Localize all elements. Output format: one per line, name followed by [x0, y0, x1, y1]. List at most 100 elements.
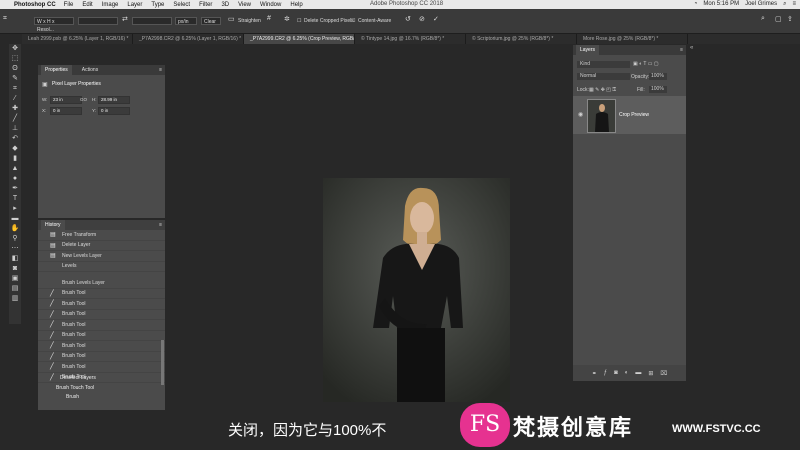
foreground-background-icon[interactable]: ◧ — [9, 254, 21, 264]
menu-help[interactable]: Help — [290, 2, 302, 8]
eraser-tool-icon[interactable]: ◆ — [9, 144, 21, 154]
mask-icon[interactable]: ◙ — [614, 370, 618, 376]
brush-tool-icon[interactable]: ╱ — [9, 114, 21, 124]
frame-icon[interactable]: ▥ — [9, 294, 21, 304]
content-aware-checkbox[interactable]: ☐ — [351, 18, 355, 24]
menu-3d[interactable]: 3D — [221, 2, 229, 8]
link-layers-icon[interactable]: ⚭ — [592, 370, 597, 377]
tab-document[interactable]: _P7A2998.CR2 @ 6.25% (Layer 1, RGB/16) * — [133, 34, 244, 44]
folder-icon[interactable]: ▬ — [635, 370, 641, 376]
move-tool-icon[interactable]: ✥ — [9, 44, 21, 54]
list-icon[interactable]: ≡ — [792, 1, 796, 8]
commit-icon[interactable]: ✓ — [433, 15, 439, 23]
history-brush-tool-icon[interactable]: ↶ — [9, 134, 21, 144]
history-item[interactable]: ╱ Brush Tool — [38, 320, 165, 331]
delete-cropped-checkbox[interactable]: ☐ — [297, 18, 301, 24]
panel-menu-icon[interactable]: ≡ — [159, 67, 162, 73]
menu-select[interactable]: Select — [173, 2, 190, 8]
opacity-field[interactable]: 100% — [649, 73, 667, 80]
filter-icons[interactable]: ▣ ◐ T ▭ ▢ — [633, 61, 659, 67]
adjustment-icon[interactable]: ◐ — [625, 370, 629, 376]
artboard-icon[interactable]: ▤ — [9, 284, 21, 294]
width-field[interactable]: 23 in — [50, 96, 82, 104]
panel-menu-icon[interactable]: ≡ — [680, 47, 683, 53]
quick-mask-icon[interactable]: ◙ — [9, 264, 21, 274]
history-item[interactable]: ╱ Brush Tool — [38, 341, 165, 352]
zoom-tool-icon[interactable]: ⚲ — [9, 234, 21, 244]
layer-name[interactable]: Crop Preview — [619, 112, 649, 118]
fx-icon[interactable]: ƒ — [604, 370, 607, 376]
blend-mode-select[interactable]: Normal — [577, 73, 630, 80]
history-item[interactable]: ╱ Brush Tool — [38, 362, 165, 373]
tab-document[interactable]: © Scriptorium.jpg @ 25% (RGB/8*) * — [466, 34, 577, 44]
tab-document[interactable]: © Tintype 14.jpg @ 16.7% (RGB/8*) * — [355, 34, 466, 44]
history-item[interactable]: ╱ Brush Tool — [38, 299, 165, 310]
clone-stamp-tool-icon[interactable]: ⊥ — [9, 124, 21, 134]
width-field[interactable] — [78, 17, 118, 25]
screen-mode-icon[interactable]: ▣ — [9, 274, 21, 284]
history-item[interactable]: ╱ Brush Tool — [38, 352, 165, 362]
history-item[interactable]: ▤ Delete Layer — [38, 241, 165, 251]
menu-image[interactable]: Image — [102, 2, 119, 8]
gear-icon[interactable]: ✲ — [284, 15, 290, 23]
resolution-unit[interactable]: px/in — [175, 17, 197, 25]
menu-window[interactable]: Window — [260, 2, 281, 8]
collapse-icon[interactable]: « — [690, 45, 698, 55]
app-name[interactable]: Photoshop CC — [14, 2, 56, 8]
tab-document-active[interactable]: _P7A2999.CR2 @ 6.25% (Crop Preview, RGB/… — [244, 34, 355, 44]
history-item[interactable]: ╱ Brush Tool — [38, 310, 165, 320]
history-item[interactable]: ╱ Brush Tool — [38, 289, 165, 299]
history-item[interactable]: ╱ Brush Tool — [38, 331, 165, 341]
crop-tool-icon[interactable]: ⌗ — [9, 84, 21, 94]
lock-icons[interactable]: ▦ ✎ ✥ ◰ ⚿ — [589, 87, 616, 93]
shape-tool-icon[interactable]: ▬ — [9, 214, 21, 224]
tab-history[interactable]: History — [41, 220, 65, 230]
history-item[interactable]: Levels — [38, 262, 165, 272]
trash-icon[interactable]: ⌧ — [660, 370, 667, 377]
type-tool-icon[interactable]: T — [9, 194, 21, 204]
straighten-button[interactable]: Straighten — [238, 18, 261, 24]
blur-tool-icon[interactable]: ▲ — [9, 164, 21, 174]
menu-edit[interactable]: Edit — [82, 2, 92, 8]
filter-kind-select[interactable]: Kind — [577, 61, 630, 68]
ratio-select[interactable]: W x H x Resol... — [34, 17, 74, 33]
menu-view[interactable]: View — [238, 2, 251, 8]
user-name[interactable]: Joel Grimes — [745, 1, 777, 8]
clear-button[interactable]: Clear — [201, 17, 221, 25]
tab-document[interactable]: More Rose.jpg @ 25% (RGB/8*) * — [577, 34, 688, 44]
menu-layer[interactable]: Layer — [127, 2, 142, 8]
swap-icon[interactable]: ⇄ — [122, 15, 128, 23]
eyedropper-tool-icon[interactable]: ⁄ — [9, 94, 21, 104]
history-scrollbar[interactable] — [161, 340, 164, 385]
menu-file[interactable]: File — [64, 2, 74, 8]
pen-tool-icon[interactable]: ✒ — [9, 184, 21, 194]
menu-filter[interactable]: Filter — [199, 2, 212, 8]
panel-menu-icon[interactable]: ≡ — [159, 222, 162, 228]
hand-tool-icon[interactable]: ✋ — [9, 224, 21, 234]
reset-icon[interactable]: ↺ — [405, 15, 411, 23]
tab-properties[interactable]: Properties — [41, 65, 72, 75]
wifi-icon[interactable]: ◔ — [694, 1, 698, 8]
workspace-icon[interactable]: ▢ — [775, 15, 782, 23]
healing-tool-icon[interactable]: ✚ — [9, 104, 21, 114]
cancel-icon[interactable]: ⊘ — [419, 15, 425, 23]
share-icon[interactable]: ⇪ — [787, 15, 793, 23]
eye-icon[interactable]: ◉ — [578, 111, 583, 118]
tab-layers[interactable]: Layers — [576, 45, 600, 55]
search-icon[interactable]: ⌕ — [783, 1, 786, 8]
grid-overlay-icon[interactable]: # — [267, 15, 271, 22]
new-layer-icon[interactable]: ⊞ — [648, 370, 653, 377]
path-select-tool-icon[interactable]: ▸ — [9, 204, 21, 214]
lasso-tool-icon[interactable]: ʘ — [9, 64, 21, 74]
history-item[interactable]: Brush Levels Layer — [38, 278, 165, 289]
y-field[interactable]: 0 in — [98, 107, 130, 115]
clock[interactable]: Mon 5:16 PM — [703, 1, 739, 8]
marquee-tool-icon[interactable]: ⬚ — [9, 54, 21, 64]
menu-type[interactable]: Type — [151, 2, 164, 8]
dodge-tool-icon[interactable]: ● — [9, 174, 21, 184]
layer-row[interactable]: ◉ Crop Preview — [573, 96, 686, 134]
tab-document[interactable]: Leah 2999.psb @ 6.25% (Layer 1, RGB/16) … — [22, 34, 133, 44]
history-item[interactable]: ╱ Brush Tool — [38, 373, 165, 383]
search-icon[interactable]: ⌕ — [761, 15, 765, 23]
link-icon[interactable]: GO — [80, 97, 87, 102]
